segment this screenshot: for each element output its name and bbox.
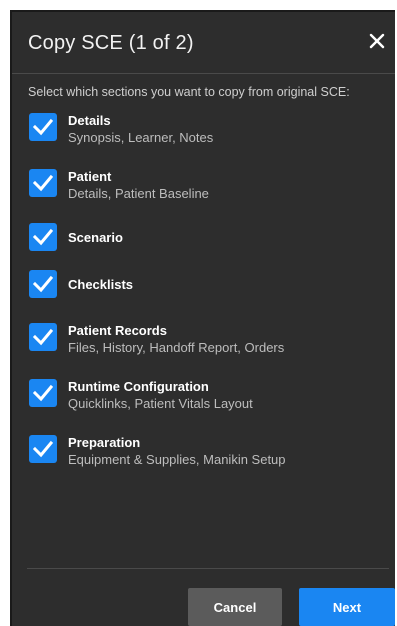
runtime-configuration-checkbox[interactable] [29, 379, 57, 407]
copy-sce-dialog: Copy SCE (1 of 2) Select which sections … [10, 10, 395, 626]
dialog-title: Copy SCE (1 of 2) [28, 32, 194, 54]
close-icon[interactable] [365, 29, 389, 53]
patient-checkbox[interactable] [29, 169, 57, 197]
patient-records-checkbox[interactable] [29, 323, 57, 351]
scenario-checkbox[interactable] [29, 223, 57, 251]
option-runtime-configuration[interactable]: Runtime Configuration Quicklinks, Patien… [29, 379, 369, 419]
checkmark-icon [33, 228, 53, 246]
checkmark-icon [33, 275, 53, 293]
option-subtitle: Files, History, Handoff Report, Orders [68, 340, 285, 355]
next-button[interactable]: Next [299, 588, 395, 626]
page-frame: Copy SCE (1 of 2) Select which sections … [0, 0, 397, 626]
cancel-button[interactable]: Cancel [188, 588, 282, 626]
option-patient-records[interactable]: Patient Records Files, History, Handoff … [29, 323, 369, 363]
option-title: Scenario [68, 230, 123, 245]
option-patient[interactable]: Patient Details, Patient Baseline [29, 169, 369, 209]
preparation-checkbox[interactable] [29, 435, 57, 463]
instruction-text: Select which sections you want to copy f… [28, 85, 350, 99]
option-subtitle: Details, Patient Baseline [68, 186, 209, 201]
checkmark-icon [33, 174, 53, 192]
checkmark-icon [33, 328, 53, 346]
option-title: Checklists [68, 277, 134, 292]
option-checklists[interactable]: Checklists [29, 270, 369, 310]
option-title: Runtime Configuration [68, 379, 209, 394]
option-title: Patient Records [68, 323, 167, 338]
option-scenario[interactable]: Scenario [29, 223, 369, 263]
checkmark-icon [33, 440, 53, 458]
checkmark-icon [33, 384, 53, 402]
option-subtitle: Quicklinks, Patient Vitals Layout [68, 396, 253, 411]
option-title: Details [68, 113, 111, 128]
checkmark-icon [33, 118, 53, 136]
details-checkbox[interactable] [29, 113, 57, 141]
option-preparation[interactable]: Preparation Equipment & Supplies, Maniki… [29, 435, 369, 475]
option-title: Patient [68, 169, 112, 184]
option-title: Preparation [68, 435, 141, 450]
option-subtitle: Equipment & Supplies, Manikin Setup [68, 452, 286, 467]
footer-divider [27, 568, 389, 569]
option-subtitle: Synopsis, Learner, Notes [68, 130, 214, 145]
checklists-checkbox[interactable] [29, 270, 57, 298]
dialog-header: Copy SCE (1 of 2) [12, 12, 395, 74]
option-details[interactable]: Details Synopsis, Learner, Notes [29, 113, 369, 153]
